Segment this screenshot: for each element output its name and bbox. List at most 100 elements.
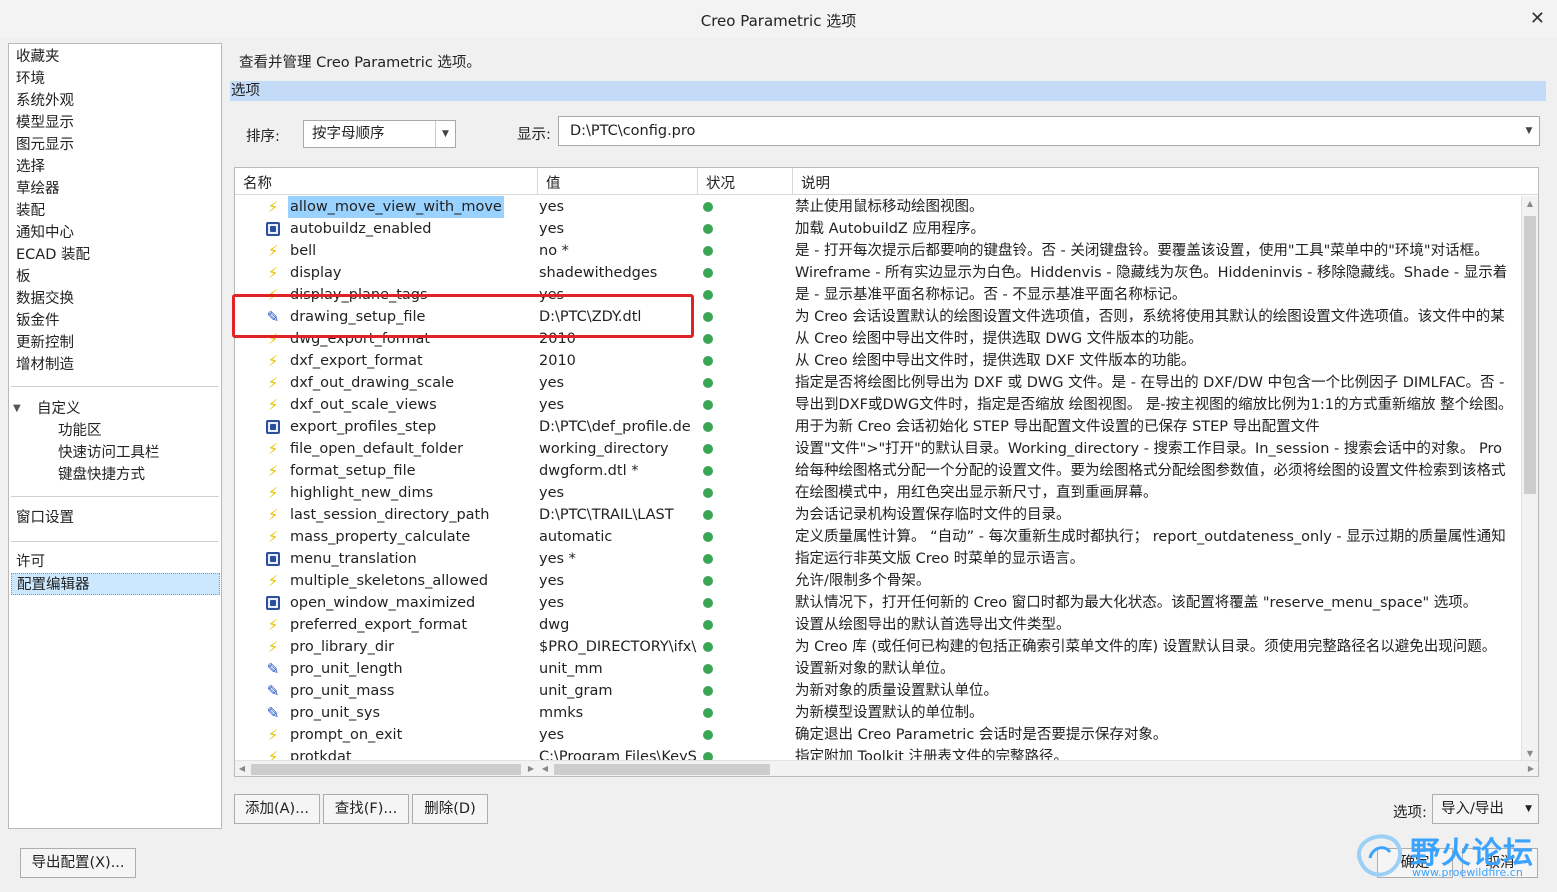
scrollbar-thumb[interactable] bbox=[251, 764, 521, 775]
sidebar-item[interactable]: 环境 bbox=[16, 68, 45, 90]
sidebar-item[interactable]: 模型显示 bbox=[16, 112, 74, 134]
chevron-down-icon[interactable]: ▼ bbox=[1525, 795, 1532, 823]
import-export-dropdown[interactable]: 导入/导出 ▼ bbox=[1432, 794, 1539, 824]
option-value[interactable]: yes bbox=[539, 196, 697, 218]
sort-dropdown[interactable]: 按字母顺序 ▼ bbox=[303, 120, 456, 148]
option-value[interactable]: shadewithedges bbox=[539, 262, 697, 284]
sidebar-item-license[interactable]: 许可 bbox=[16, 551, 45, 573]
table-row[interactable]: ⚡ allow_move_view_with_move yes 禁止使用鼠标移动绘图视… bbox=[235, 196, 1520, 218]
table-row[interactable]: ✎ pro_unit_mass unit_gram 为新对象的质量设置默认单位。 bbox=[235, 680, 1520, 702]
table-row[interactable]: ⚡ preferred_export_format dwg 设置从绘图导出的默认首选导… bbox=[235, 614, 1520, 636]
option-value[interactable]: yes bbox=[539, 570, 697, 592]
option-value[interactable]: unit_mm bbox=[539, 658, 697, 680]
table-row[interactable]: ✎ pro_unit_sys mmks 为新模型设置默认的单位制。 bbox=[235, 702, 1520, 724]
scroll-right-icon[interactable]: ▶ bbox=[524, 761, 538, 776]
scrollbar-thumb[interactable] bbox=[1524, 216, 1536, 494]
sidebar-item[interactable]: 增材制造 bbox=[16, 354, 74, 376]
table-row[interactable]: ⚡ bell no * 是 - 打开每次提示后都要响的键盘铃。否 - 关闭键盘铃。要覆… bbox=[235, 240, 1520, 262]
option-value[interactable]: yes bbox=[539, 724, 697, 746]
table-row[interactable]: ⚡ dwg_export_format 2010 从 Creo 绘图中导出文件时，提供… bbox=[235, 328, 1520, 350]
option-value[interactable]: dwgform.dtl * bbox=[539, 460, 697, 482]
option-value[interactable]: yes bbox=[539, 394, 697, 416]
sidebar-item-config-editor[interactable]: 配置编辑器 bbox=[11, 573, 220, 595]
scroll-up-icon[interactable]: ▲ bbox=[1522, 196, 1538, 212]
vertical-scrollbar[interactable]: ▲ ▼ bbox=[1521, 196, 1538, 762]
table-row[interactable]: open_window_maximized yes 默认情况下，打开任何新的 Cre… bbox=[235, 592, 1520, 614]
option-value[interactable]: D:\PTC\def_profile.de bbox=[539, 416, 697, 438]
sidebar-item-window-settings[interactable]: 窗口设置 bbox=[16, 507, 74, 529]
sidebar-item[interactable]: 板 bbox=[16, 266, 31, 288]
collapse-arrow-icon[interactable]: ▼ bbox=[13, 403, 21, 414]
table-row[interactable]: ⚡ dxf_out_drawing_scale yes 指定是否将绘图比例导出为 DX… bbox=[235, 372, 1520, 394]
option-value[interactable]: automatic bbox=[539, 526, 697, 548]
option-value[interactable]: yes bbox=[539, 218, 697, 240]
export-config-button[interactable]: 导出配置(X)... bbox=[20, 848, 136, 878]
table-row[interactable]: ✎ pro_unit_length unit_mm 设置新对象的默认单位。 bbox=[235, 658, 1520, 680]
option-description: 定义质量属性计算。 “自动” - 每次重新生成时都执行； report_outd… bbox=[795, 529, 1506, 545]
option-value[interactable]: yes bbox=[539, 284, 697, 306]
scroll-right-icon[interactable]: ▶ bbox=[1524, 761, 1538, 776]
option-value[interactable]: unit_gram bbox=[539, 680, 697, 702]
delete-button[interactable]: 删除(D) bbox=[412, 794, 488, 824]
sidebar-item[interactable]: 更新控制 bbox=[16, 332, 74, 354]
sidebar-item[interactable]: 图元显示 bbox=[16, 134, 74, 156]
sidebar-subitem[interactable]: 功能区 bbox=[58, 420, 102, 442]
table-row[interactable]: menu_translation yes * 指定运行非英文版 Creo 时菜单的显… bbox=[235, 548, 1520, 570]
option-value[interactable]: $PRO_DIRECTORY\ifx\ bbox=[539, 636, 697, 658]
option-value[interactable]: 2010 bbox=[539, 328, 697, 350]
add-button[interactable]: 添加(A)... bbox=[234, 794, 320, 824]
table-row[interactable]: ⚡ prompt_on_exit yes 确定退出 Creo Parametric 会… bbox=[235, 724, 1520, 746]
option-value[interactable]: working_directory bbox=[539, 438, 697, 460]
option-value[interactable]: no * bbox=[539, 240, 697, 262]
option-value[interactable]: dwg bbox=[539, 614, 697, 636]
sidebar-group-customize[interactable]: 自定义 bbox=[37, 398, 81, 420]
table-row[interactable]: ⚡ dxf_out_scale_views yes 导出到DXF或DWG文件时，指定是… bbox=[235, 394, 1520, 416]
sidebar-item[interactable]: 收藏夹 bbox=[16, 46, 60, 68]
option-value[interactable]: yes bbox=[539, 482, 697, 504]
chevron-down-icon[interactable]: ▼ bbox=[435, 121, 455, 147]
scroll-left-icon[interactable]: ◀ bbox=[538, 761, 552, 776]
sidebar-item[interactable]: 通知中心 bbox=[16, 222, 74, 244]
find-button[interactable]: 查找(F)... bbox=[323, 794, 409, 824]
name-column-scrollbar[interactable]: ◀ ▶ bbox=[235, 760, 538, 776]
sidebar-item[interactable]: 数据交换 bbox=[16, 288, 74, 310]
sidebar-item[interactable]: 草绘器 bbox=[16, 178, 60, 200]
option-value[interactable]: D:\PTC\ZDY.dtl bbox=[539, 306, 697, 328]
sidebar-item[interactable]: 钣金件 bbox=[16, 310, 60, 332]
option-value[interactable]: yes bbox=[539, 372, 697, 394]
column-header-value[interactable]: 值 bbox=[538, 168, 698, 195]
sidebar-item[interactable]: 选择 bbox=[16, 156, 45, 178]
table-row[interactable]: ⚡ pro_library_dir $PRO_DIRECTORY\ifx\ 为 Cre… bbox=[235, 636, 1520, 658]
table-row[interactable]: ⚡ dxf_export_format 2010 从 Creo 绘图中导出文件时，提供… bbox=[235, 350, 1520, 372]
table-row[interactable]: ⚡ format_setup_file dwgform.dtl * 给每种绘图格式分配… bbox=[235, 460, 1520, 482]
value-column-scrollbar[interactable]: ◀ ▶ bbox=[538, 760, 1538, 776]
option-value[interactable]: D:\PTC\TRAIL\LAST bbox=[539, 504, 697, 526]
option-value[interactable]: yes * bbox=[539, 548, 697, 570]
sidebar-item[interactable]: 装配 bbox=[16, 200, 45, 222]
table-row[interactable]: ⚡ highlight_new_dims yes 在绘图模式中，用红色突出显示新尺寸，… bbox=[235, 482, 1520, 504]
option-value[interactable]: mmks bbox=[539, 702, 697, 724]
display-dropdown[interactable]: D:\PTC\config.pro ▼ bbox=[558, 116, 1540, 146]
sidebar-subitem[interactable]: 键盘快捷方式 bbox=[58, 464, 145, 486]
sidebar-subitem[interactable]: 快速访问工具栏 bbox=[58, 442, 160, 464]
table-row[interactable]: ⚡ last_session_directory_path D:\PTC\TRAIL… bbox=[235, 504, 1520, 526]
table-row[interactable]: export_profiles_step D:\PTC\def_profile.d… bbox=[235, 416, 1520, 438]
column-header-name[interactable]: 名称 bbox=[235, 168, 538, 195]
table-row[interactable]: ✎ drawing_setup_file D:\PTC\ZDY.dtl 为 Creo … bbox=[235, 306, 1520, 328]
sidebar-item[interactable]: ECAD 装配 bbox=[16, 244, 90, 266]
option-value[interactable]: 2010 bbox=[539, 350, 697, 372]
table-row[interactable]: ⚡ file_open_default_folder working_directo… bbox=[235, 438, 1520, 460]
option-value[interactable]: yes bbox=[539, 592, 697, 614]
table-row[interactable]: ⚡ display_plane_tags yes 是 - 显示基准平面名称标记。否 -… bbox=[235, 284, 1520, 306]
column-header-description[interactable]: 说明 bbox=[793, 168, 1538, 195]
scroll-left-icon[interactable]: ◀ bbox=[235, 761, 249, 776]
table-row[interactable]: autobuildz_enabled yes 加载 AutobuildZ 应用程序。 bbox=[235, 218, 1520, 240]
column-header-status[interactable]: 状况 bbox=[698, 168, 793, 195]
table-row[interactable]: ⚡ multiple_skeletons_allowed yes 允许/限制多个骨架。 bbox=[235, 570, 1520, 592]
table-row[interactable]: ⚡ mass_property_calculate automatic 定义质量属性计… bbox=[235, 526, 1520, 548]
close-icon[interactable]: ✕ bbox=[1530, 8, 1545, 29]
table-row[interactable]: ⚡ display shadewithedges Wireframe - 所有实边显示… bbox=[235, 262, 1520, 284]
scrollbar-thumb[interactable] bbox=[554, 764, 770, 775]
chevron-down-icon[interactable]: ▼ bbox=[1519, 117, 1539, 145]
sidebar-item[interactable]: 系统外观 bbox=[16, 90, 74, 112]
